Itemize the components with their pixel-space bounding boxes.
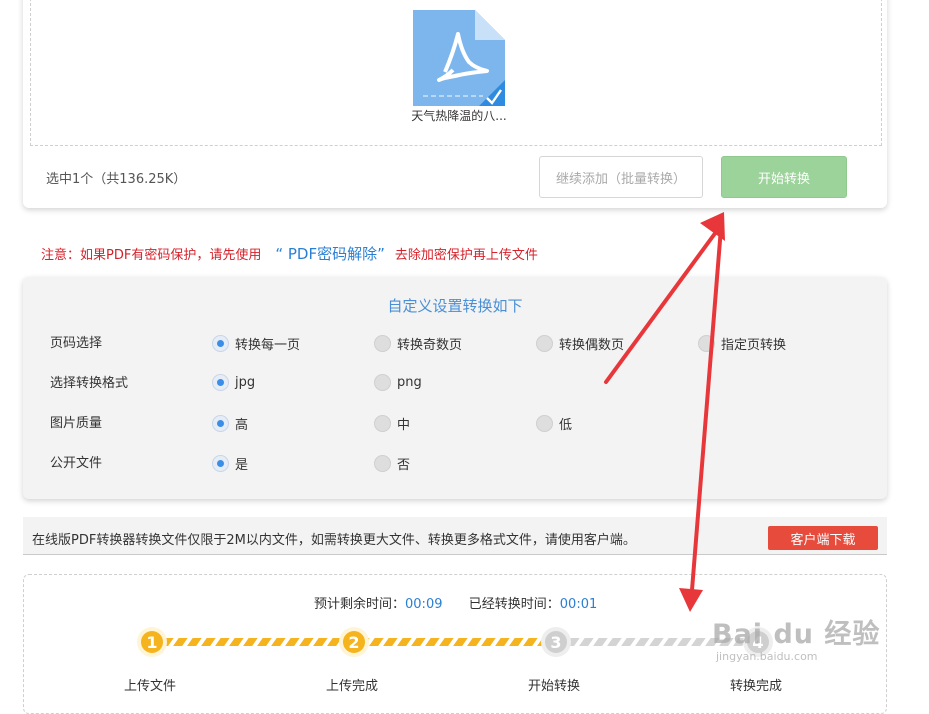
- format-label: 选择转换格式: [50, 376, 129, 391]
- radio-icon: [374, 415, 391, 432]
- public-file-label: 公开文件: [50, 456, 103, 471]
- settings-panel: 自定义设置转换如下 页码选择 转换每一页 转换奇数页 转换偶数页 指定页转换 选…: [23, 277, 887, 499]
- option-label: 转换偶数页: [559, 338, 625, 353]
- option-label: jpg: [235, 375, 256, 390]
- remaining-value: 00:09: [405, 597, 443, 612]
- radio-icon: [212, 335, 229, 352]
- svg-text:2: 2: [348, 633, 359, 652]
- track-segment-done: [164, 638, 354, 646]
- notice-prefix: 注意：如果PDF有密码保护，请先使用: [41, 248, 262, 263]
- option-quality-high[interactable]: 高: [212, 414, 248, 433]
- option-label: png: [397, 375, 422, 390]
- step-2-icon: 2: [339, 627, 369, 657]
- option-label: 转换奇数页: [397, 338, 463, 353]
- option-public-no[interactable]: 否: [374, 454, 410, 473]
- option-label: 高: [235, 418, 249, 433]
- option-label: 是: [235, 458, 249, 473]
- option-even-pages[interactable]: 转换偶数页: [536, 334, 624, 353]
- radio-icon: [212, 415, 229, 432]
- elapsed-value: 00:01: [559, 597, 598, 612]
- radio-icon: [698, 335, 715, 352]
- option-label: 指定页转换: [721, 338, 787, 353]
- pdf-unlock-link[interactable]: “ PDF密码解除”: [275, 245, 385, 263]
- option-jpg[interactable]: jpg: [212, 374, 255, 391]
- svg-text:1: 1: [146, 633, 157, 652]
- size-limit-bar: 在线版PDF转换器转换文件仅限于2M以内文件，如需转换更大文件、转换更多格式文件…: [23, 517, 887, 555]
- pdf-file-tile[interactable]: [413, 10, 505, 106]
- start-convert-button[interactable]: 开始转换: [721, 156, 847, 198]
- file-name-label: 天气热降温的八...: [411, 109, 507, 123]
- elapsed-label: 已经转换时间：: [468, 597, 560, 612]
- client-download-button[interactable]: 客户端下载: [768, 526, 878, 550]
- page-selection-label: 页码选择: [50, 336, 103, 351]
- notice-suffix: 去除加密保护再上传文件: [394, 248, 538, 263]
- radio-icon: [374, 374, 391, 391]
- radio-icon: [212, 374, 229, 391]
- watermark-brand: Bai du 经验: [712, 619, 881, 650]
- radio-icon: [536, 335, 553, 352]
- radio-icon: [374, 455, 391, 472]
- option-png[interactable]: png: [374, 374, 422, 391]
- track-segment-done: [366, 638, 556, 646]
- option-label: 中: [397, 418, 411, 433]
- option-label: 转换每一页: [235, 338, 301, 353]
- option-every-page[interactable]: 转换每一页: [212, 334, 300, 353]
- password-notice: 注意：如果PDF有密码保护，请先使用 “ PDF密码解除” 去除加密保护再上传文件: [41, 243, 538, 264]
- pdf-file-icon: [413, 10, 505, 106]
- remaining-label: 预计剩余时间：: [314, 597, 406, 612]
- step-1-icon: 1: [137, 627, 167, 657]
- radio-icon: [536, 415, 553, 432]
- step-2-label: 上传完成: [326, 679, 379, 694]
- option-quality-medium[interactable]: 中: [374, 414, 410, 433]
- step-4-label: 转换完成: [730, 679, 783, 694]
- option-specific-pages[interactable]: 指定页转换: [698, 334, 786, 353]
- selected-count: 选中1个（共136.25K）: [46, 172, 187, 187]
- radio-icon: [212, 455, 229, 472]
- settings-title: 自定义设置转换如下: [387, 297, 523, 315]
- option-public-yes[interactable]: 是: [212, 454, 248, 473]
- step-1-label: 上传文件: [124, 679, 177, 694]
- option-quality-low[interactable]: 低: [536, 414, 572, 433]
- baidu-jingyan-watermark: Bai du 经验 jingyan.baidu.com: [712, 612, 881, 663]
- step-3-icon: 3: [541, 627, 571, 657]
- size-limit-text: 在线版PDF转换器转换文件仅限于2M以内文件，如需转换更大文件、转换更多格式文件…: [32, 533, 636, 548]
- step-3-label: 开始转换: [528, 679, 581, 694]
- add-more-button[interactable]: 继续添加（批量转换）: [539, 156, 703, 198]
- option-label: 低: [559, 418, 573, 433]
- svg-text:3: 3: [550, 633, 561, 652]
- time-status: 预计剩余时间：00:09 已经转换时间：00:01: [314, 593, 597, 612]
- quality-label: 图片质量: [50, 416, 103, 431]
- option-label: 否: [397, 458, 411, 473]
- radio-icon: [374, 335, 391, 352]
- option-odd-pages[interactable]: 转换奇数页: [374, 334, 462, 353]
- upload-card: 天气热降温的八... 选中1个（共136.25K） 继续添加（批量转换） 开始转…: [23, 0, 887, 208]
- watermark-site: jingyan.baidu.com: [716, 650, 818, 663]
